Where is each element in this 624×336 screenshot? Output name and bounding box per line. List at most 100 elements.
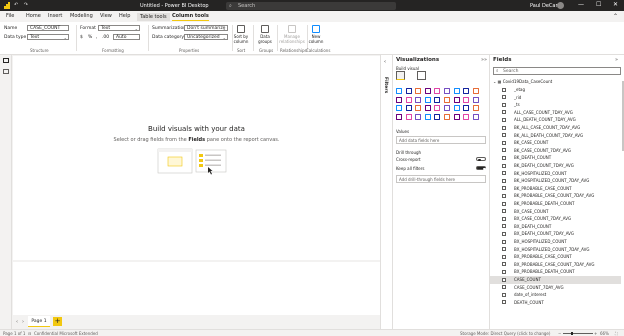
chevron-left-icon[interactable]: ‹ (384, 59, 386, 65)
visual-type-icon[interactable] (434, 88, 441, 94)
format-select[interactable]: Text ⌄ (98, 25, 140, 31)
visual-type-icon[interactable] (396, 105, 402, 112)
zoom-slider-handle[interactable] (571, 331, 573, 335)
chevron-left-icon[interactable]: ‹ (16, 319, 18, 325)
new-column-button[interactable]: New column (306, 25, 326, 44)
visual-type-icon[interactable] (472, 105, 479, 112)
field-checkbox[interactable] (502, 171, 506, 176)
fields-search-input[interactable]: ⌕ Search (493, 67, 621, 75)
field-row[interactable]: BX_DEATH_COUNT_7DAY_AVG (490, 230, 621, 238)
sort-by-column-button[interactable]: Sort by column (231, 25, 251, 44)
field-checkbox[interactable] (502, 87, 506, 92)
field-row[interactable]: BX_DEATH_COUNT (490, 223, 621, 231)
field-row[interactable]: ALL_CASE_COUNT_7DAY_AVG (490, 109, 621, 117)
visual-type-icon[interactable] (434, 96, 441, 103)
tab-modeling[interactable]: Modeling (70, 13, 93, 19)
field-checkbox[interactable] (502, 110, 506, 115)
category-select[interactable]: Uncategorized ⌄ (184, 34, 228, 40)
visual-type-icon[interactable] (405, 88, 412, 94)
field-row[interactable]: BK_DEATH_COUNT (490, 154, 621, 162)
percent-button[interactable]: % (88, 35, 92, 40)
summarization-select[interactable]: Don't summarize ⌄ (184, 25, 228, 31)
visual-type-icon[interactable] (424, 96, 431, 103)
sensitivity-label[interactable]: Confidential Microsoft Extended (34, 331, 98, 336)
visual-type-icon[interactable] (453, 88, 460, 94)
close-button[interactable]: ✕ (613, 1, 618, 8)
field-row[interactable]: date_of_interest (490, 291, 621, 299)
field-checkbox[interactable] (502, 155, 506, 160)
field-row[interactable]: BK_HOSPITALIZED_COUNT (490, 170, 621, 178)
field-checkbox[interactable] (502, 262, 506, 267)
field-row[interactable]: _ts (490, 101, 621, 109)
visual-type-icon[interactable] (472, 96, 479, 103)
chevron-right-icon[interactable]: » (484, 57, 487, 63)
field-row[interactable]: BX_PROBABLE_CASE_COUNT (490, 253, 621, 261)
field-row[interactable]: BX_CASE_COUNT_7DAY_AVG (490, 215, 621, 223)
report-canvas[interactable]: Build visuals with your data Select or d… (13, 56, 380, 260)
add-page-button[interactable]: + (53, 317, 62, 326)
visual-type-icon[interactable] (434, 113, 441, 120)
visual-type-icon[interactable] (453, 96, 460, 103)
zoom-in-icon[interactable]: + (594, 331, 597, 336)
field-row[interactable]: BX_HOSPITALIZED_COUNT (490, 238, 621, 246)
decimal-places-stepper[interactable]: Auto (113, 34, 140, 40)
visual-type-icon[interactable] (424, 105, 431, 112)
visual-type-icon[interactable] (415, 113, 422, 120)
field-checkbox[interactable] (502, 231, 506, 236)
zoom-out-icon[interactable]: − (558, 331, 561, 336)
field-row[interactable]: DEATH_COUNT (490, 299, 621, 307)
visual-type-icon[interactable] (396, 88, 402, 94)
values-well[interactable]: Add data fields here (396, 136, 486, 144)
data-view-icon[interactable] (3, 69, 9, 74)
field-row[interactable]: _etag (490, 86, 621, 94)
field-checkbox[interactable] (502, 201, 506, 206)
visual-type-icon[interactable] (463, 105, 470, 112)
visual-type-icon[interactable] (453, 105, 460, 112)
field-checkbox[interactable] (502, 178, 506, 183)
visual-type-icon[interactable] (463, 88, 470, 94)
field-checkbox[interactable] (502, 247, 506, 252)
tab-insert[interactable]: Insert (48, 13, 62, 19)
field-row[interactable]: CASE_COUNT (490, 276, 621, 284)
field-row[interactable]: BX_PROBABLE_DEATH_COUNT (490, 268, 621, 276)
field-row[interactable]: BK_ALL_CASE_COUNT_7DAY_AVG (490, 124, 621, 132)
global-search-input[interactable]: ⌕ Search (226, 1, 396, 10)
field-checkbox[interactable] (502, 186, 506, 191)
field-checkbox[interactable] (502, 117, 506, 122)
zoom-slider[interactable] (563, 333, 593, 334)
field-checkbox[interactable] (502, 292, 506, 297)
fit-page-icon[interactable]: ⛶ (615, 331, 618, 336)
avatar[interactable] (557, 2, 564, 9)
datatype-select[interactable]: Text ⌄ (27, 34, 69, 40)
visual-type-icon[interactable] (415, 96, 422, 103)
field-checkbox[interactable] (502, 133, 506, 138)
page-tab[interactable]: Page 1 (28, 316, 50, 327)
field-row[interactable]: CASE_COUNT_7DAY_AVG (490, 284, 621, 292)
field-checkbox[interactable] (502, 216, 506, 221)
comma-button[interactable]: , (96, 35, 97, 40)
filters-label[interactable]: Filters (383, 77, 388, 93)
field-checkbox[interactable] (502, 125, 506, 130)
field-row[interactable]: BK_ALL_DEATH_COUNT_7DAY_AVG (490, 132, 621, 140)
field-checkbox[interactable] (502, 239, 506, 244)
tab-view[interactable]: View (100, 13, 112, 19)
table-node[interactable]: ⌄ ▦ Covid19Data_CaseCount (493, 79, 552, 84)
field-row[interactable]: BK_HOSPITALIZED_COUNT_7DAY_AVG (490, 177, 621, 185)
chevron-right-icon[interactable]: » (615, 57, 618, 63)
keep-filters-toggle[interactable] (476, 166, 486, 170)
drillthrough-well[interactable]: Add drill-through fields here (396, 175, 486, 183)
field-checkbox[interactable] (502, 300, 506, 305)
tab-column-tools[interactable]: Column tools (172, 13, 209, 21)
field-checkbox[interactable] (502, 285, 506, 290)
visual-type-icon[interactable] (472, 88, 479, 94)
tab-home[interactable]: Home (26, 13, 41, 19)
visual-type-icon[interactable] (463, 96, 470, 103)
field-row[interactable]: BK_CASE_COUNT_7DAY_AVG (490, 147, 621, 155)
field-row[interactable]: BX_HOSPITALIZED_COUNT_7DAY_AVG (490, 246, 621, 254)
visual-type-icon[interactable] (424, 88, 431, 94)
field-row[interactable]: ALL_DEATH_COUNT_7DAY_AVG (490, 116, 621, 124)
visual-type-icon[interactable] (444, 113, 450, 120)
visual-type-icon[interactable] (434, 105, 441, 112)
field-row[interactable]: BK_PROBABLE_CASE_COUNT_7DAY_AVG (490, 192, 621, 200)
field-checkbox[interactable] (502, 140, 506, 145)
